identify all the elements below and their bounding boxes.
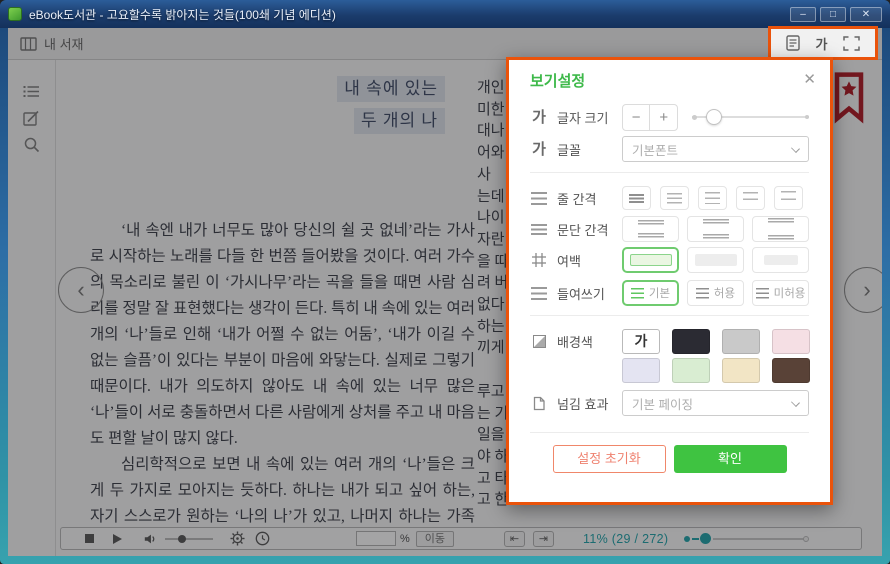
panel-footer: 설정 초기화 확인 bbox=[530, 445, 809, 473]
fullscreen-icon[interactable] bbox=[843, 36, 860, 51]
font-size-row-label: 가 글자 크기 bbox=[530, 108, 622, 127]
line-spacing-icon bbox=[531, 192, 547, 205]
margin-glyph bbox=[630, 254, 672, 266]
background-swatch-black[interactable] bbox=[672, 329, 710, 354]
maximize-button[interactable]: □ bbox=[820, 7, 846, 22]
window-title: eBook도서관 - 고요할수록 밝아지는 것들(100쇄 기념 에디션) bbox=[29, 6, 336, 23]
font-dropdown-value: 기본폰트 bbox=[632, 140, 678, 159]
indent-icon bbox=[531, 287, 547, 300]
line-spacing-option-5[interactable] bbox=[774, 186, 803, 210]
background-swatch-brown[interactable] bbox=[772, 358, 810, 383]
page-turn-icon bbox=[530, 396, 548, 411]
indent-glyph bbox=[756, 288, 769, 299]
app-icon bbox=[8, 7, 22, 21]
close-window-button[interactable]: ✕ bbox=[850, 7, 882, 22]
indent-glyph bbox=[631, 288, 644, 299]
line-spacing-row-label: 줄 간격 bbox=[530, 189, 622, 208]
indent-option-label: 기본 bbox=[649, 285, 670, 301]
page-effect-row-label: 넘김 효과 bbox=[530, 394, 622, 413]
paragraph-spacing-option-1[interactable] bbox=[622, 216, 679, 242]
paragraph-spacing-row-label: 문단 간격 bbox=[530, 220, 622, 239]
font-row-label: 가 글꼴 bbox=[530, 140, 622, 159]
indent-glyph bbox=[696, 288, 709, 299]
line-spacing-glyph bbox=[667, 193, 682, 204]
indent-label: 들여쓰기 bbox=[557, 284, 605, 303]
background-swatch-pink[interactable] bbox=[772, 329, 810, 354]
paragraph-spacing-option-3[interactable] bbox=[752, 216, 809, 242]
slider-start-dot bbox=[692, 115, 697, 120]
minimize-button[interactable]: – bbox=[790, 7, 816, 22]
divider bbox=[530, 315, 809, 316]
close-panel-icon[interactable]: ✕ bbox=[803, 70, 816, 88]
background-swatch-row2 bbox=[622, 358, 810, 383]
background-color-label: 배경색 bbox=[557, 332, 593, 351]
indent-option-allow[interactable]: 허용 bbox=[687, 280, 744, 306]
paragraph-spacing-option-2[interactable] bbox=[687, 216, 744, 242]
font-icon: 가 bbox=[530, 142, 548, 157]
line-spacing-glyph bbox=[743, 192, 758, 205]
paragraph-spacing-icon bbox=[531, 224, 547, 235]
background-swatch-lavender[interactable] bbox=[622, 358, 660, 383]
background-swatch-white[interactable]: 가 bbox=[622, 329, 660, 354]
chevron-down-icon bbox=[791, 398, 800, 407]
indent-option-disallow[interactable]: 미허용 bbox=[752, 280, 809, 306]
margin-label: 여백 bbox=[557, 251, 581, 270]
line-spacing-glyph bbox=[629, 194, 644, 203]
confirm-button[interactable]: 확인 bbox=[674, 445, 787, 473]
background-swatch-row1: 가 bbox=[622, 329, 810, 354]
font-settings-icon[interactable]: 가 bbox=[816, 34, 828, 53]
title-bar: eBook도서관 - 고요할수록 밝아지는 것들(100쇄 기념 에디션) – … bbox=[0, 0, 890, 28]
font-size-stepper: − + bbox=[622, 104, 678, 131]
divider bbox=[530, 172, 809, 173]
paragraph-spacing-label: 문단 간격 bbox=[557, 220, 608, 239]
indent-row-label: 들여쓰기 bbox=[530, 284, 622, 303]
font-label: 글꼴 bbox=[557, 140, 581, 159]
font-size-label: 글자 크기 bbox=[557, 108, 608, 127]
font-size-increase-button[interactable]: + bbox=[650, 105, 677, 130]
view-settings-panel: 보기설정 ✕ 가 글자 크기 − + 가 글꼴 bbox=[506, 57, 833, 505]
indent-option-label: 미허용 bbox=[774, 285, 806, 301]
window-controls: – □ ✕ bbox=[790, 7, 882, 22]
page-effect-value: 기본 페이징 bbox=[632, 394, 693, 413]
line-spacing-label: 줄 간격 bbox=[557, 189, 597, 208]
margin-icon bbox=[530, 253, 548, 267]
margin-glyph bbox=[764, 255, 798, 265]
indent-option-label: 허용 bbox=[714, 285, 735, 301]
background-swatch-cream[interactable] bbox=[722, 358, 760, 383]
font-size-decrease-button[interactable]: − bbox=[623, 105, 650, 130]
view-tools-highlight-box: 가 bbox=[768, 26, 878, 60]
font-size-slider-handle[interactable] bbox=[706, 109, 722, 125]
divider bbox=[530, 432, 809, 433]
line-spacing-option-4[interactable] bbox=[736, 186, 765, 210]
background-color-row-label: 배경색 bbox=[530, 332, 622, 351]
background-swatch-gray[interactable] bbox=[722, 329, 760, 354]
panel-title: 보기설정 bbox=[530, 70, 585, 91]
margin-option-3[interactable] bbox=[752, 247, 809, 273]
line-spacing-glyph bbox=[705, 192, 720, 204]
slider-end-dot bbox=[805, 115, 809, 119]
margin-option-2[interactable] bbox=[687, 247, 744, 273]
margin-glyph bbox=[695, 254, 737, 266]
line-spacing-option-2[interactable] bbox=[660, 186, 689, 210]
line-spacing-option-3[interactable] bbox=[698, 186, 727, 210]
line-spacing-glyph bbox=[781, 191, 796, 205]
background-color-icon bbox=[533, 335, 546, 348]
font-dropdown[interactable]: 기본폰트 bbox=[622, 136, 809, 162]
margin-row-label: 여백 bbox=[530, 251, 622, 270]
page-view-settings-icon[interactable] bbox=[786, 35, 800, 51]
font-size-slider[interactable] bbox=[692, 109, 809, 125]
indent-option-default-selected[interactable]: 기본 bbox=[622, 280, 679, 306]
margin-option-1-selected[interactable] bbox=[622, 247, 679, 273]
page-effect-label: 넘김 효과 bbox=[557, 394, 608, 413]
reset-settings-button[interactable]: 설정 초기화 bbox=[553, 445, 666, 473]
background-swatch-green[interactable] bbox=[672, 358, 710, 383]
font-size-icon: 가 bbox=[530, 110, 548, 125]
page-effect-dropdown[interactable]: 기본 페이징 bbox=[622, 390, 809, 416]
chevron-down-icon bbox=[791, 144, 800, 153]
line-spacing-option-1[interactable] bbox=[622, 186, 651, 210]
app-window: eBook도서관 - 고요할수록 밝아지는 것들(100쇄 기념 에디션) – … bbox=[0, 0, 890, 564]
